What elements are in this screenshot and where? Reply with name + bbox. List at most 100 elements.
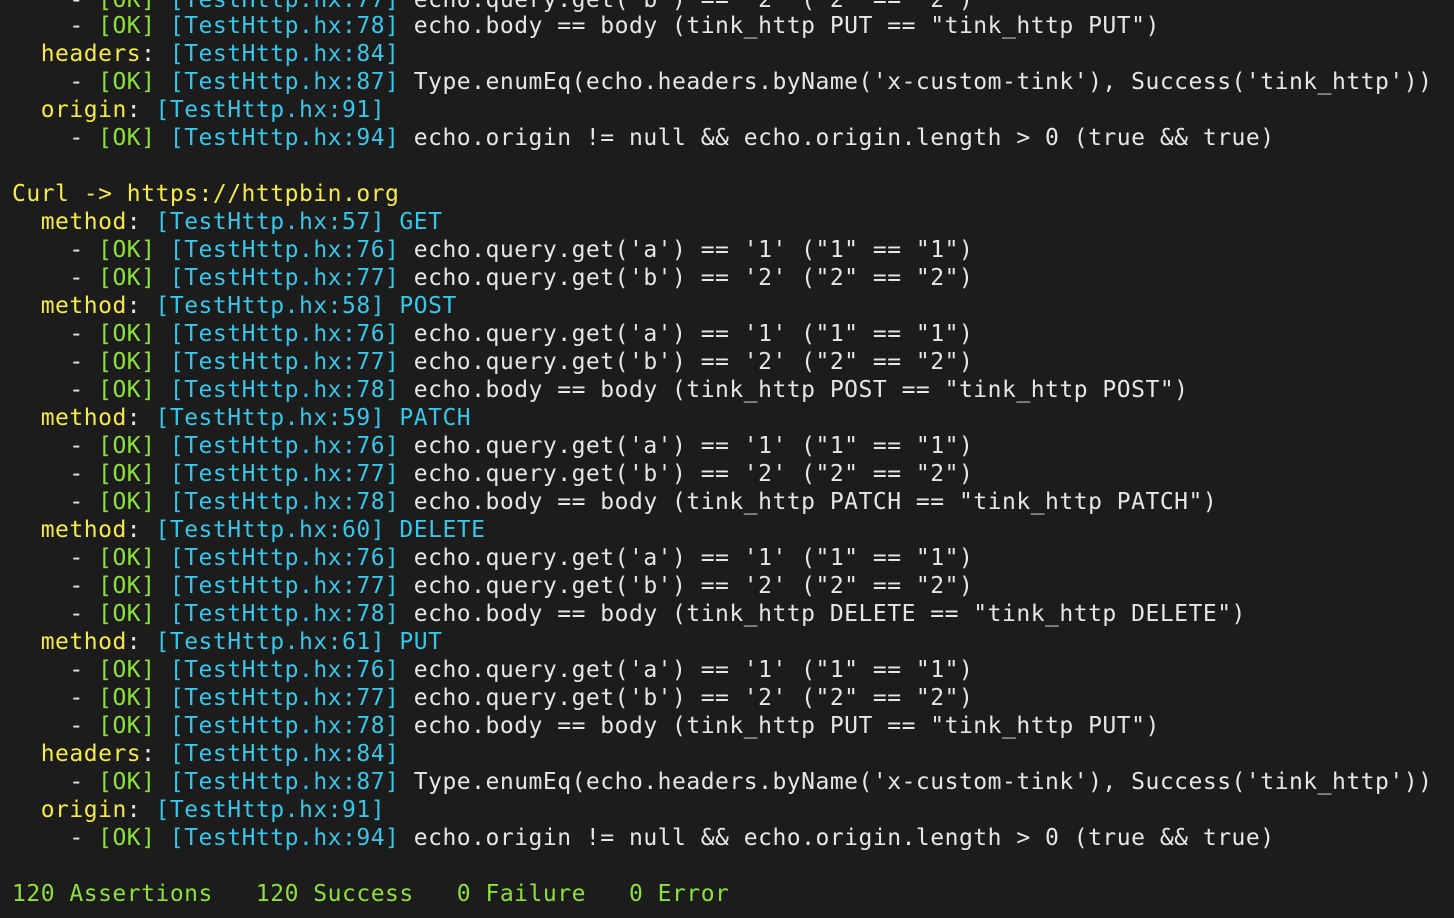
source-ref: [TestHttp.hx:87] [169,69,400,95]
group-key: headers [40,41,142,67]
test-check-line: - [OK] [TestHttp.hx:77] echo.query.get('… [12,349,974,375]
group-key: origin [40,797,127,823]
assert-expression: echo.query.get('a') == '1' ("1" == "1") [413,433,974,459]
ok-status: [OK] [98,573,156,599]
test-check-line: - [OK] [TestHttp.hx:94] echo.origin != n… [12,825,1275,851]
group-key: method [40,517,127,543]
test-check-line: - [OK] [TestHttp.hx:77] echo.query.get('… [12,573,974,599]
http-method-name: PATCH [399,405,472,431]
assert-expression: echo.query.get('b') == '2' ("2" == "2") [413,265,974,291]
ok-status: [OK] [98,685,156,711]
ok-status: [OK] [98,713,156,739]
ok-status: [OK] [98,657,156,683]
ok-status: [OK] [98,321,156,347]
ok-status: [OK] [98,69,156,95]
assert-expression: echo.body == body (tink_http POST == "ti… [413,377,1189,403]
source-ref: [TestHttp.hx:84] [169,741,400,767]
test-check-line: - [OK] [TestHttp.hx:77] echo.query.get('… [12,461,974,487]
group-key: origin [40,97,127,123]
source-ref: [TestHttp.hx:87] [169,769,400,795]
test-check-line: - [OK] [TestHttp.hx:76] echo.query.get('… [12,657,974,683]
test-check-line: - [OK] [TestHttp.hx:77] echo.query.get('… [12,265,974,291]
ok-status: [OK] [98,489,156,515]
assert-expression: echo.origin != null && echo.origin.lengt… [413,825,1275,851]
test-check-line: - [OK] [TestHttp.hx:87] Type.enumEq(echo… [12,769,1433,795]
assert-expression: echo.query.get('b') == '2' ("2" == "2") [413,461,974,487]
assert-expression: echo.origin != null && echo.origin.lengt… [413,125,1275,151]
method-group-line: method: [TestHttp.hx:61] PUT [40,629,443,655]
ok-status: [OK] [98,13,156,39]
source-ref: [TestHttp.hx:78] [169,601,400,627]
method-group-line: method: [TestHttp.hx:58] POST [40,293,457,319]
http-method-name: PUT [399,629,443,655]
group-key: method [40,209,127,235]
error-count: 0 Error [628,881,730,907]
http-method-name: POST [399,293,457,319]
assert-expression: echo.query.get('b') == '2' ("2" == "2") [413,349,974,375]
source-ref: [TestHttp.hx:78] [169,13,400,39]
source-ref: [TestHttp.hx:76] [169,321,400,347]
origin-group-line: origin: [TestHttp.hx:91] [40,797,386,823]
source-ref: [TestHttp.hx:77] [169,461,400,487]
assert-expression: echo.body == body (tink_http PUT == "tin… [413,713,1160,739]
source-ref: [TestHttp.hx:77] [169,349,400,375]
headers-group-line: headers: [TestHttp.hx:84] [40,41,400,67]
group-key: method [40,293,127,319]
source-ref: [TestHttp.hx:77] [169,573,400,599]
source-ref: [TestHttp.hx:77] [169,685,400,711]
test-check-line: - [OK] [TestHttp.hx:76] echo.query.get('… [12,545,974,571]
group-key: method [40,405,127,431]
assert-expression: echo.query.get('b') == '2' ("2" == "2") [413,573,974,599]
test-check-line: - [OK] [TestHttp.hx:94] echo.origin != n… [12,125,1275,151]
assert-expression: Type.enumEq(echo.headers.byName('x-custo… [413,69,1433,95]
source-ref: [TestHttp.hx:58] [155,293,386,319]
source-ref: [TestHttp.hx:60] [155,517,386,543]
ok-status: [OK] [98,825,156,851]
terminal-window: - [OK] [TestHttp.hx:77] echo.query.get('… [0,0,1454,918]
source-ref: [TestHttp.hx:94] [169,125,400,151]
assert-expression: echo.query.get('a') == '1' ("1" == "1") [413,545,974,571]
assert-expression: echo.query.get('a') == '1' ("1" == "1") [413,657,974,683]
test-check-line: - [OK] [TestHttp.hx:78] echo.body == bod… [12,713,1160,739]
assert-expression: echo.query.get('a') == '1' ("1" == "1") [413,321,974,347]
http-method-name: GET [399,209,443,235]
source-ref: [TestHttp.hx:78] [169,377,400,403]
source-ref: [TestHttp.hx:94] [169,825,400,851]
method-group-line: method: [TestHttp.hx:59] PATCH [40,405,472,431]
test-check-line: - [OK] [TestHttp.hx:78] echo.body == bod… [12,377,1189,403]
test-check-line: - [OK] [TestHttp.hx:76] echo.query.get('… [12,433,974,459]
source-ref: [TestHttp.hx:61] [155,629,386,655]
ok-status: [OK] [98,545,156,571]
ok-status: [OK] [98,377,156,403]
source-ref: [TestHttp.hx:78] [169,713,400,739]
assert-expression: echo.body == body (tink_http DELETE == "… [413,601,1246,627]
test-check-line: - [OK] [TestHttp.hx:76] echo.query.get('… [12,321,974,347]
ok-status: [OK] [98,349,156,375]
assert-expression: Type.enumEq(echo.headers.byName('x-custo… [413,769,1433,795]
source-ref: [TestHttp.hx:91] [155,97,386,123]
assert-expression: echo.query.get('a') == '1' ("1" == "1") [413,237,974,263]
source-ref: [TestHttp.hx:59] [155,405,386,431]
assert-expression: echo.body == body (tink_http PUT == "tin… [413,13,1160,39]
failure-count: 0 Failure [456,881,586,907]
test-check-line: - [OK] [TestHttp.hx:77] echo.query.get('… [12,685,974,711]
test-summary: 120 Assertions 120 Success 0 Failure 0 E… [12,880,729,908]
source-ref: [TestHttp.hx:91] [155,797,386,823]
assert-expression: echo.body == body (tink_http PATCH == "t… [413,489,1218,515]
method-group-line: method: [TestHttp.hx:60] DELETE [40,517,486,543]
source-ref: [TestHttp.hx:84] [169,41,400,67]
source-ref: [TestHttp.hx:57] [155,209,386,235]
headers-group-line: headers: [TestHttp.hx:84] [40,741,400,767]
source-ref: [TestHttp.hx:76] [169,433,400,459]
ok-status: [OK] [98,601,156,627]
success-count: 120 Success [255,881,414,907]
ok-status: [OK] [98,265,156,291]
group-key: headers [40,741,142,767]
test-check-line: - [OK] [TestHttp.hx:87] Type.enumEq(echo… [12,69,1433,95]
assert-expression: echo.query.get('b') == '2' ("2" == "2") [413,685,974,711]
method-group-line: method: [TestHttp.hx:57] GET [40,209,443,235]
source-ref: [TestHttp.hx:78] [169,489,400,515]
source-ref: [TestHttp.hx:76] [169,545,400,571]
source-ref: [TestHttp.hx:76] [169,237,400,263]
source-ref: [TestHttp.hx:77] [169,265,400,291]
